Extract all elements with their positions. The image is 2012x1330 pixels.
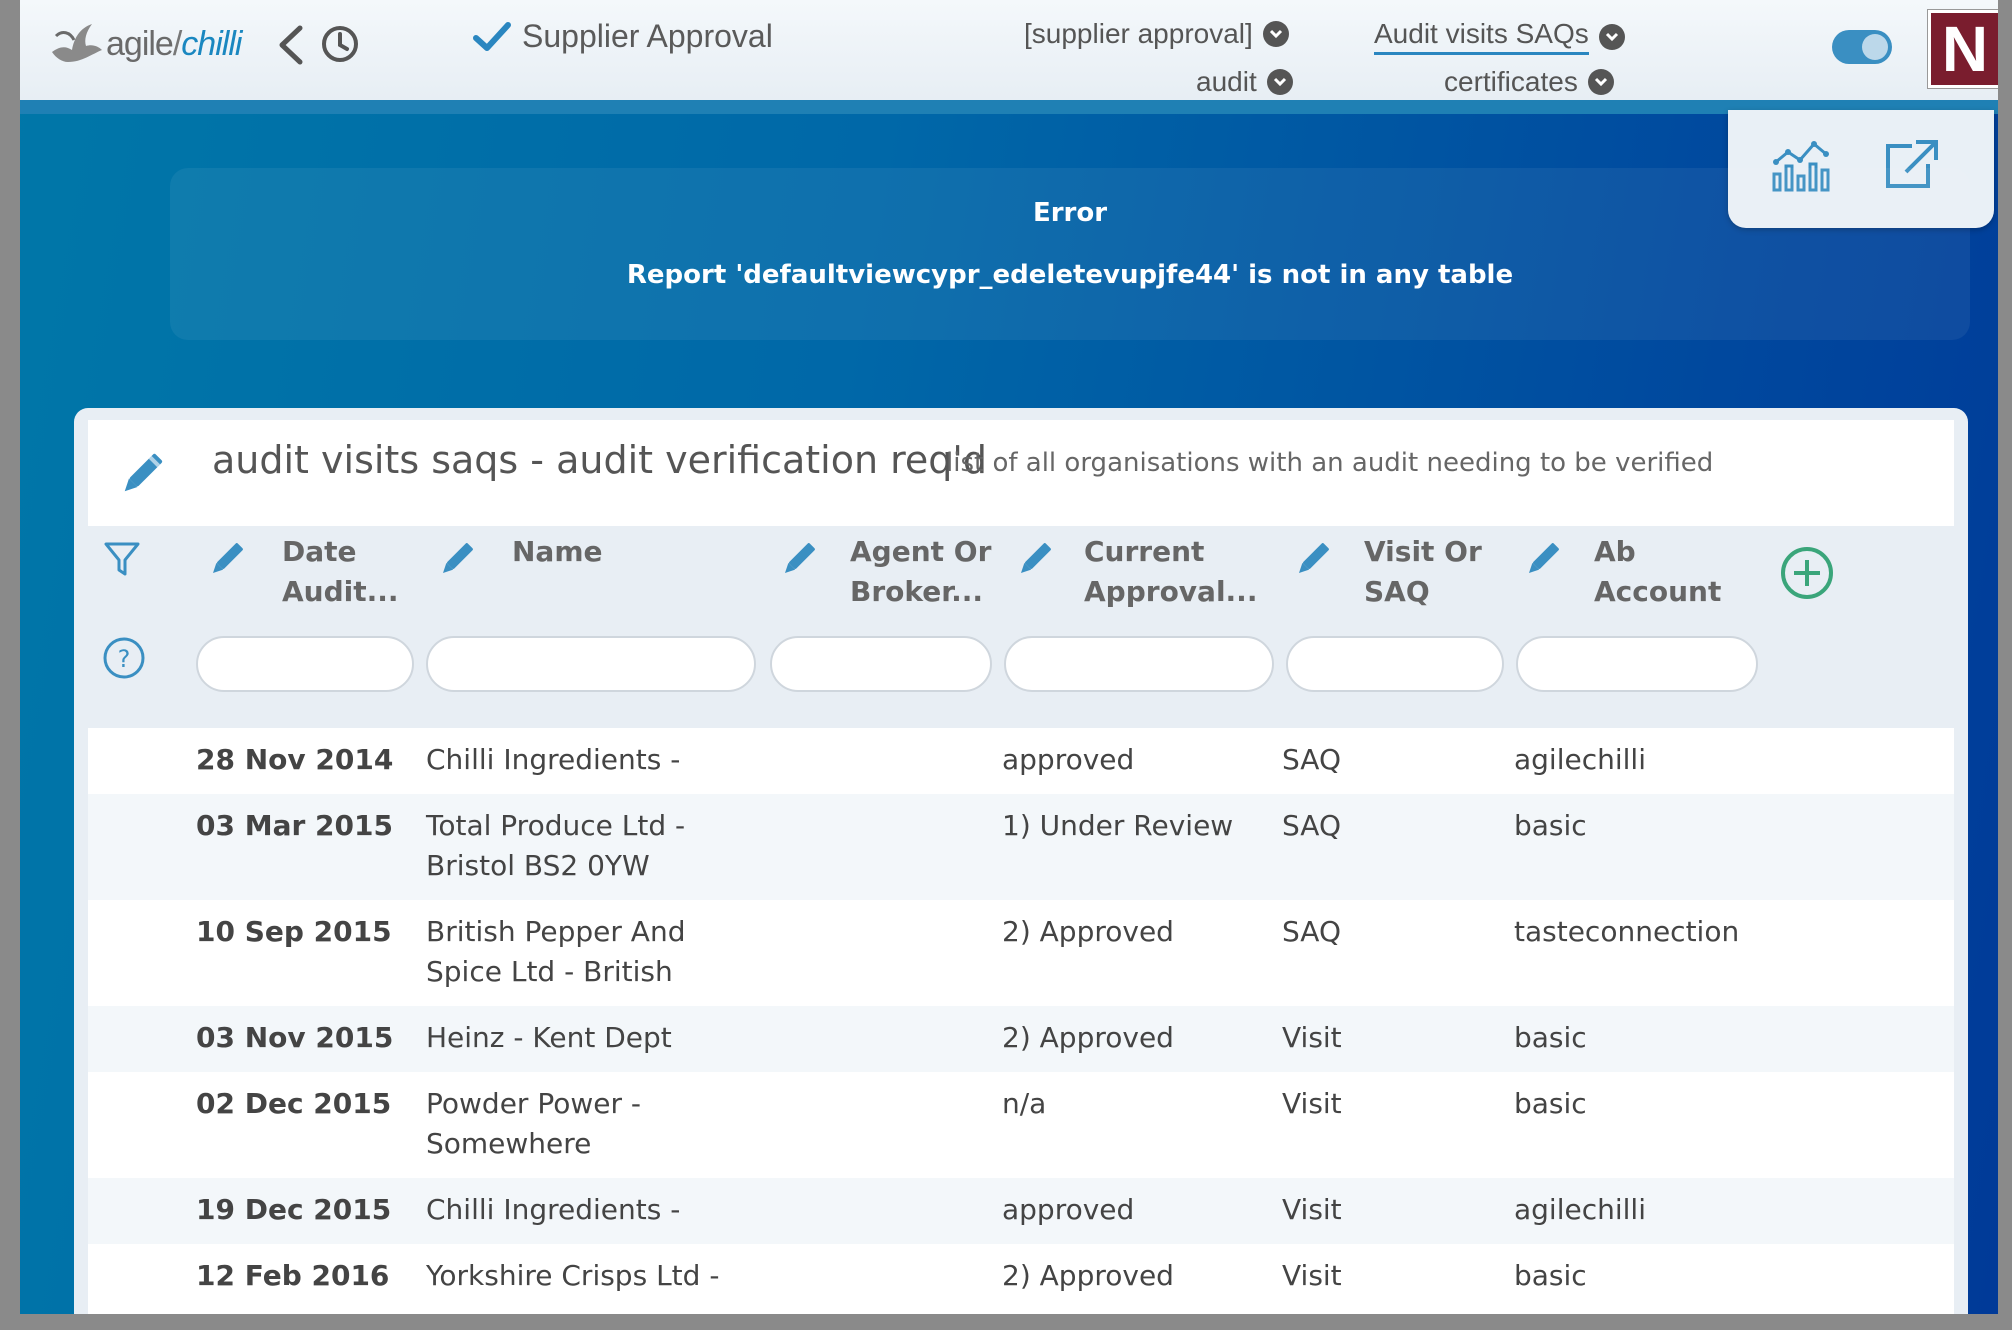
error-text: Report 'defaultviewcypr_edeletevupjfe44'… — [626, 260, 1514, 290]
table-row[interactable]: 28 Nov 2014 Chilli Ingredients - approve… — [88, 728, 1954, 794]
help-icon: ? — [103, 637, 145, 679]
filter-input-visit-or-saq[interactable] — [1286, 636, 1504, 692]
mode-toggle[interactable] — [1832, 30, 1892, 64]
chevron-down-icon — [1266, 69, 1293, 95]
edit-report-button[interactable] — [116, 450, 166, 504]
chevron-down-icon — [1262, 21, 1289, 47]
checkmark-icon — [473, 21, 511, 51]
app-title[interactable]: Supplier Approval — [472, 18, 773, 55]
report-header: audit visits saqs - audit verification r… — [88, 420, 1954, 526]
pencil-icon[interactable] — [1014, 540, 1054, 580]
pencil-icon[interactable] — [1292, 540, 1332, 580]
add-column-button[interactable] — [1780, 546, 1834, 604]
table-row[interactable]: 03 Nov 2015 Heinz - Kent Dept 2) Approve… — [88, 1006, 1954, 1072]
pencil-icon[interactable] — [206, 540, 246, 580]
top-bar: agile/chilli Supplier Approval [supplier… — [20, 0, 1998, 114]
table-row[interactable]: 10 Sep 2015 British Pepper And Spice Ltd … — [88, 900, 1954, 1006]
plus-circle-icon — [1781, 547, 1833, 599]
column-header-agent-broker[interactable]: Agent Or Broker... — [850, 532, 991, 612]
filter-input-name[interactable] — [426, 636, 756, 692]
column-header-date-audit[interactable]: Date Audit... — [282, 532, 399, 612]
filter-input-date-audit[interactable] — [196, 636, 414, 692]
column-header-name[interactable]: Name — [512, 532, 603, 572]
chevron-down-icon — [1598, 23, 1625, 50]
toggle-knob — [1862, 34, 1888, 60]
history-button[interactable] — [320, 24, 360, 68]
report-description: list of all organisations with an audit … — [946, 448, 1714, 478]
table-row[interactable]: 03 Mar 2015 Total Produce Ltd - Bristol B… — [88, 794, 1954, 900]
nav-certificates[interactable]: certificates — [1444, 66, 1614, 98]
column-header-ab-account[interactable]: Ab Account — [1594, 532, 1721, 612]
logo-text: agile/chilli — [106, 24, 242, 63]
pencil-icon[interactable] — [1522, 540, 1562, 580]
column-header-visit-or-saq[interactable]: Visit Or SAQ — [1364, 532, 1482, 612]
pencil-icon — [124, 453, 163, 492]
table-row[interactable]: 19 Dec 2015 Chilli Ingredients - approve… — [88, 1178, 1954, 1244]
clock-icon — [322, 26, 358, 62]
user-badge[interactable]: N — [1928, 10, 1998, 88]
app-window: agile/chilli Supplier Approval [supplier… — [20, 0, 1998, 1314]
chevron-left-icon — [279, 25, 303, 65]
filter-input-ab-account[interactable] — [1516, 636, 1758, 692]
table-row[interactable]: 02 Dec 2015 Powder Power - Somewhere n/a … — [88, 1072, 1954, 1178]
bird-logo-icon — [52, 24, 102, 62]
report-card: audit visits saqs - audit verification r… — [74, 408, 1968, 1314]
column-header-current-approval[interactable]: Current Approval... — [1084, 532, 1257, 612]
table-row[interactable]: 12 Feb 2016 Yorkshire Crisps Ltd - 2) Ap… — [88, 1244, 1954, 1314]
nav-audit[interactable]: audit — [1196, 66, 1293, 98]
svg-text:?: ? — [118, 645, 131, 673]
chevron-down-icon — [1587, 69, 1614, 95]
nav-supplier-approval[interactable]: [supplier approval] — [1024, 18, 1289, 50]
nav-audit-visits-saqs[interactable]: Audit visits SAQs — [1374, 18, 1625, 55]
filter-input-agent-broker[interactable] — [770, 636, 992, 692]
pencil-icon[interactable] — [436, 540, 476, 580]
app-logo[interactable]: agile/chilli — [46, 14, 242, 74]
filter-button[interactable] — [102, 540, 142, 584]
error-message-box: Error Report 'defaultviewcypr_edeletevup… — [170, 168, 1970, 340]
report-table-body: 28 Nov 2014 Chilli Ingredients - approve… — [88, 728, 1954, 1314]
error-title: Error — [1032, 198, 1108, 228]
back-button[interactable] — [274, 22, 308, 72]
filter-input-current-approval[interactable] — [1004, 636, 1274, 692]
pencil-icon[interactable] — [778, 540, 818, 580]
filter-icon — [104, 542, 140, 576]
report-title: audit visits saqs - audit verification r… — [212, 438, 987, 482]
help-button[interactable]: ? — [102, 636, 146, 684]
